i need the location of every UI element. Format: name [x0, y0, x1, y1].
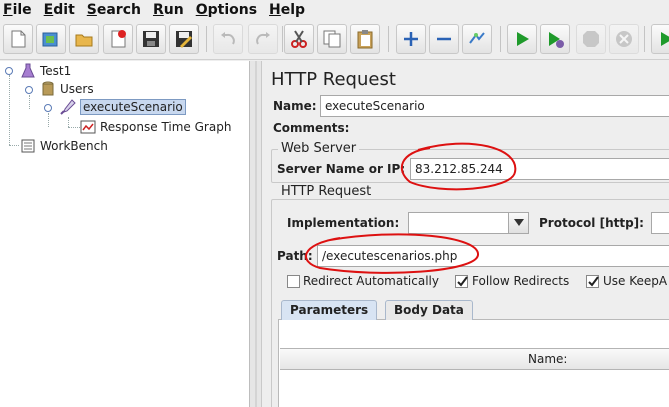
protocol-label: Protocol [http]:	[539, 216, 644, 230]
panel-title: HTTP Request	[271, 69, 396, 90]
tree-node-listener[interactable]: Response Time Graph	[80, 118, 231, 136]
remote-start-icon	[661, 32, 669, 46]
tree-node-thread-group[interactable]: Users	[40, 80, 94, 98]
menu-search[interactable]: Search	[87, 2, 141, 18]
open-icon	[75, 34, 93, 47]
graph-icon	[80, 120, 96, 134]
split-pane-divider[interactable]	[250, 61, 262, 407]
save-as-icon	[176, 31, 192, 48]
stop-icon	[583, 31, 599, 47]
checkmark-icon	[588, 276, 599, 287]
redirect-automatically-label: Redirect Automatically	[303, 274, 439, 288]
start-button[interactable]	[507, 24, 537, 54]
toggle-icon	[469, 32, 485, 44]
expand-all-button[interactable]	[396, 24, 426, 54]
server-name-label: Server Name or IP:	[277, 162, 406, 176]
templates-icon	[42, 32, 58, 47]
menu-run[interactable]: Run	[153, 2, 184, 18]
menu-file[interactable]: File	[3, 2, 32, 18]
menu-bar: File Edit Search Run Options Help	[0, 0, 669, 20]
expand-icon	[404, 32, 418, 46]
shutdown-icon	[616, 31, 632, 47]
menu-help[interactable]: Help	[269, 2, 305, 18]
follow-redirects-label: Follow Redirects	[472, 274, 570, 288]
menu-options[interactable]: Options	[196, 2, 257, 18]
use-keepalive-label: Use KeepA	[603, 274, 668, 288]
new-icon	[11, 30, 26, 48]
new-button[interactable]	[3, 24, 33, 54]
open-button[interactable]	[69, 24, 99, 54]
path-label: Path:	[277, 249, 313, 263]
test-plan-tree: Test1 Users executeScenario Response Tim…	[0, 61, 250, 407]
http-request-group-title: HTTP Request	[278, 184, 375, 199]
table-header: Name:	[280, 348, 669, 370]
start-no-pause-button[interactable]	[540, 24, 570, 54]
close-icon	[111, 30, 126, 48]
toggle-button[interactable]	[462, 24, 492, 54]
redirect-automatically-checkbox[interactable]	[287, 275, 300, 288]
server-name-field[interactable]: 83.212.85.244	[410, 158, 669, 180]
comments-label: Comments:	[273, 121, 350, 135]
undo-button[interactable]	[213, 24, 243, 54]
copy-icon	[323, 30, 341, 48]
protocol-field[interactable]	[651, 212, 669, 234]
tree-node-test-plan[interactable]: Test1	[20, 62, 71, 80]
cut-button[interactable]	[284, 24, 314, 54]
tree-node-label: WorkBench	[40, 139, 108, 153]
start-icon	[517, 32, 529, 46]
tree-expand-handle[interactable]	[25, 86, 33, 94]
workbench-icon	[21, 139, 35, 153]
tree-node-label: Response Time Graph	[100, 120, 232, 134]
menu-edit[interactable]: Edit	[44, 2, 75, 18]
tree-node-label-selected: executeScenario	[80, 99, 186, 115]
save-button[interactable]	[136, 24, 166, 54]
save-as-button[interactable]	[169, 24, 199, 54]
tree-node-sampler[interactable]: executeScenario	[60, 98, 186, 116]
redo-icon	[256, 32, 270, 45]
checkmark-icon	[457, 276, 468, 287]
tree-node-label: Users	[60, 82, 94, 96]
collapse-all-button[interactable]	[429, 24, 459, 54]
parameters-table: Name:	[278, 319, 669, 407]
tree-expand-handle[interactable]	[44, 104, 52, 112]
follow-redirects-checkbox[interactable]	[455, 275, 468, 288]
close-button[interactable]	[103, 24, 133, 54]
column-header-name: Name:	[528, 352, 568, 366]
templates-button[interactable]	[36, 24, 66, 54]
implementation-label: Implementation:	[287, 216, 400, 230]
http-request-panel: HTTP Request Name: executeScenario Comme…	[263, 61, 669, 407]
paste-icon	[357, 30, 373, 49]
thread-group-icon	[42, 81, 54, 96]
test-plan-icon	[21, 63, 35, 78]
tree-node-label: Test1	[40, 64, 72, 78]
remote-start-button[interactable]	[651, 24, 669, 54]
use-keepalive-checkbox[interactable]	[586, 275, 599, 288]
name-field[interactable]: executeScenario	[320, 95, 669, 117]
tab-body-data[interactable]: Body Data	[385, 300, 473, 320]
undo-icon	[221, 32, 235, 45]
sampler-pipette-icon	[60, 99, 76, 115]
cut-icon	[291, 30, 307, 48]
tree-node-workbench[interactable]: WorkBench	[20, 137, 108, 155]
copy-button[interactable]	[317, 24, 347, 54]
save-icon	[143, 31, 159, 47]
tab-parameters[interactable]: Parameters	[281, 300, 378, 320]
chevron-down-icon	[514, 219, 524, 226]
tree-expand-handle[interactable]	[5, 67, 13, 75]
implementation-select[interactable]	[408, 212, 529, 234]
collapse-icon	[437, 37, 451, 41]
paste-button[interactable]	[350, 24, 380, 54]
redo-button[interactable]	[248, 24, 278, 54]
toolbar	[0, 20, 669, 60]
web-server-title: Web Server	[278, 141, 360, 156]
start-no-pause-icon	[549, 32, 564, 48]
path-field[interactable]: /executescenarios.php	[317, 245, 669, 267]
shutdown-button[interactable]	[609, 24, 639, 54]
name-label: Name:	[273, 99, 317, 113]
stop-button[interactable]	[576, 24, 606, 54]
